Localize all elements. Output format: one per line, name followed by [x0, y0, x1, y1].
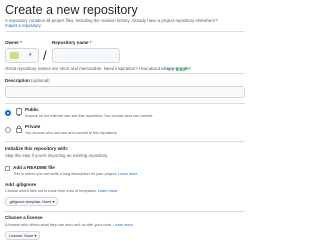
description-label-text: Description [5, 78, 30, 83]
owner-dropdown[interactable]: ▾ [5, 48, 39, 63]
gitignore-title: Add .gitignore [5, 182, 37, 187]
private-radio[interactable] [5, 127, 11, 133]
owner-label: Owner * [5, 40, 22, 45]
license-description-text: A license tells others what they can and… [5, 223, 113, 227]
license-description: A license tells others what they can and… [5, 223, 134, 227]
repository-name-label-text: Repository name [52, 40, 89, 45]
required-mark: * [89, 40, 92, 45]
name-suggestion-link[interactable]: crispy-giggle [161, 66, 188, 71]
initialize-title: Initialize this repository with: [5, 146, 69, 151]
avatar [10, 52, 19, 59]
gitignore-description-text: Choose which files not to track from a l… [5, 189, 97, 193]
public-radio[interactable] [5, 110, 11, 116]
optional-mark: (optional) [31, 78, 50, 83]
naming-hint: Great repository names are short and mem… [5, 66, 191, 71]
chevron-down-icon: ▾ [29, 52, 32, 58]
license-learn-more-link[interactable]: Learn more. [113, 223, 133, 227]
import-repository-link[interactable]: Import a repository. [5, 23, 42, 28]
owner-label-text: Owner [5, 40, 20, 45]
readme-description: This is where you can write a long descr… [13, 172, 139, 176]
license-title: Choose a license [5, 215, 43, 220]
public-title: Public [25, 107, 39, 112]
private-title: Private [25, 124, 41, 129]
divider [5, 141, 245, 142]
license-dropdown[interactable]: License: None ▾ [5, 231, 41, 240]
page-title: Create a new repository [5, 3, 138, 17]
readme-checkbox[interactable] [5, 166, 10, 171]
naming-hint-text: Great repository names are short and mem… [5, 66, 160, 71]
owner-repo-separator: / [43, 48, 47, 63]
initialize-subtitle: Skip this step if you're importing an ex… [5, 153, 109, 158]
divider [5, 73, 245, 74]
naming-hint-end: ? [188, 66, 191, 71]
public-description: Anyone on the internet can see this repo… [25, 114, 154, 118]
divider [5, 31, 245, 32]
repository-name-input[interactable] [52, 48, 120, 63]
gitignore-description: Choose which files not to track from a l… [5, 189, 118, 193]
lock-icon [16, 125, 22, 133]
private-description: You choose who can see and commit to thi… [25, 131, 118, 135]
divider [5, 103, 245, 104]
readme-description-text: This is where you can write a long descr… [13, 172, 118, 176]
readme-learn-more-link[interactable]: Learn more. [118, 172, 138, 176]
description-label: Description (optional) [5, 78, 50, 83]
repo-icon [16, 108, 22, 116]
readme-label: Add a README file [13, 165, 55, 170]
required-mark: * [20, 40, 23, 45]
gitignore-template-dropdown[interactable]: .gitignore template: None ▾ [5, 197, 59, 206]
description-input[interactable] [5, 86, 245, 98]
divider [5, 211, 245, 212]
gitignore-learn-more-link[interactable]: Learn more. [98, 189, 118, 193]
repository-name-label: Repository name * [52, 40, 92, 45]
